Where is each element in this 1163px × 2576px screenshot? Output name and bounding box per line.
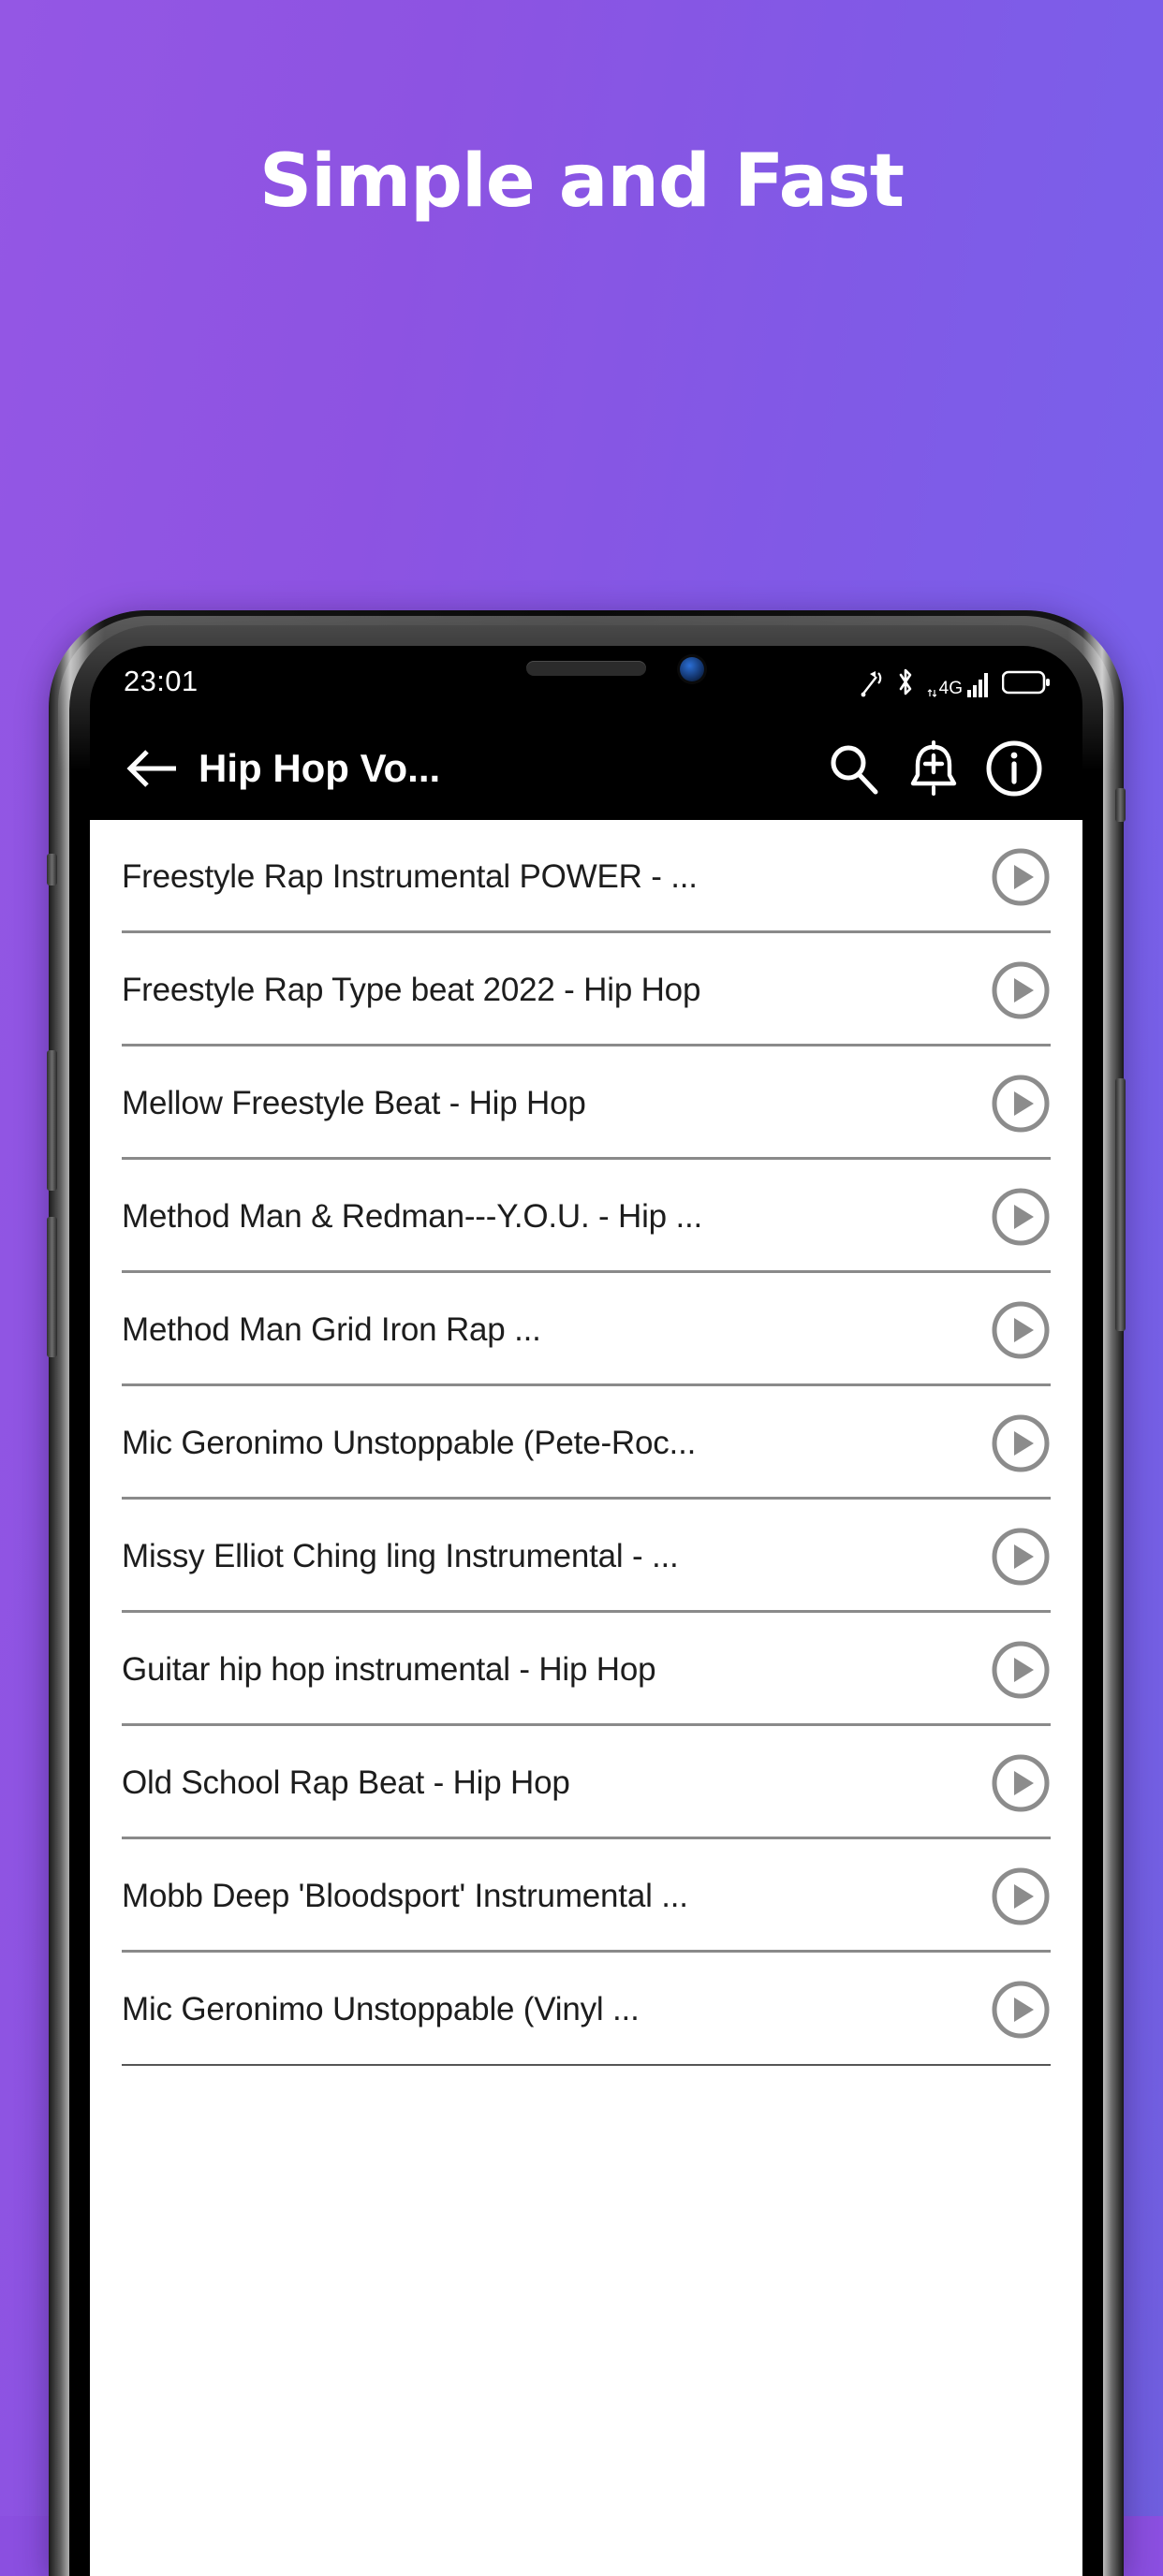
phone-volume-down-button[interactable] bbox=[47, 1217, 57, 1357]
play-circle-icon[interactable] bbox=[991, 847, 1051, 907]
list-item[interactable]: Mobb Deep 'Bloodsport' Instrumental ... bbox=[90, 1839, 1082, 1953]
search-icon[interactable] bbox=[813, 728, 893, 809]
list-item[interactable]: Old School Rap Beat - Hip Hop bbox=[90, 1726, 1082, 1839]
song-title: Guitar hip hop instrumental - Hip Hop bbox=[122, 1650, 656, 1688]
phone-power-button[interactable] bbox=[1115, 1078, 1126, 1331]
app-bar: Hip Hop Vo... bbox=[90, 717, 1082, 820]
phone-mockup: 23:01 4G Hip Hop Vo... Freestyle Rap Ins… bbox=[47, 610, 1126, 2576]
search-glyph bbox=[831, 745, 878, 795]
play-circle-icon[interactable] bbox=[991, 1527, 1051, 1587]
status-time: 23:01 bbox=[124, 665, 199, 697]
song-title: Method Man Grid Iron Rap ... bbox=[122, 1310, 541, 1348]
phone-button-left-top[interactable] bbox=[47, 854, 57, 886]
add-notification-icon[interactable] bbox=[893, 728, 974, 809]
song-title: Freestyle Rap Instrumental POWER - ... bbox=[122, 857, 698, 895]
play-circle-icon[interactable] bbox=[991, 1187, 1051, 1247]
play-circle-icon[interactable] bbox=[991, 1753, 1051, 1813]
list-item[interactable]: Freestyle Rap Instrumental POWER - ... bbox=[90, 820, 1082, 933]
4g-signal-icon: 4G bbox=[927, 669, 991, 697]
song-title: Mic Geronimo Unstoppable (Pete-Roc... bbox=[122, 1424, 697, 1461]
list-item[interactable]: Guitar hip hop instrumental - Hip Hop bbox=[90, 1613, 1082, 1726]
song-title: Mic Geronimo Unstoppable (Vinyl ... bbox=[122, 1990, 640, 2027]
info-glyph bbox=[986, 740, 1042, 797]
phone-screen: 23:01 4G Hip Hop Vo... Freestyle Rap Ins… bbox=[90, 646, 1082, 2576]
network-type-label: 4G bbox=[938, 679, 963, 698]
bell-plus-glyph bbox=[910, 740, 957, 796]
app-bar-title: Hip Hop Vo... bbox=[199, 746, 441, 790]
battery-icon bbox=[1002, 670, 1050, 695]
list-item[interactable]: Mic Geronimo Unstoppable (Pete-Roc... bbox=[90, 1386, 1082, 1500]
vibrate-signal-icon bbox=[861, 671, 881, 697]
play-circle-icon[interactable] bbox=[991, 1074, 1051, 1134]
earpiece-speaker bbox=[526, 661, 646, 676]
list-item[interactable]: Missy Elliot Ching ling Instrumental - .… bbox=[90, 1500, 1082, 1613]
play-circle-icon[interactable] bbox=[991, 1980, 1051, 2040]
list-item[interactable]: Freestyle Rap Type beat 2022 - Hip Hop bbox=[90, 933, 1082, 1046]
song-title: Mobb Deep 'Bloodsport' Instrumental ... bbox=[122, 1877, 688, 1914]
data-arrows-icon bbox=[927, 689, 936, 697]
song-title: Freestyle Rap Type beat 2022 - Hip Hop bbox=[122, 971, 701, 1008]
play-circle-icon[interactable] bbox=[991, 1640, 1051, 1700]
front-camera bbox=[680, 657, 704, 681]
back-arrow-icon bbox=[126, 750, 176, 787]
page-title: Simple and Fast bbox=[258, 139, 905, 224]
list-item[interactable]: Method Man & Redman---Y.O.U. - Hip ... bbox=[90, 1160, 1082, 1273]
song-title: Missy Elliot Ching ling Instrumental - .… bbox=[122, 1537, 679, 1574]
song-title: Mellow Freestyle Beat - Hip Hop bbox=[122, 1084, 586, 1121]
info-icon[interactable] bbox=[974, 728, 1054, 809]
play-circle-icon[interactable] bbox=[991, 1866, 1051, 1926]
list-item[interactable]: Mic Geronimo Unstoppable (Vinyl ... bbox=[90, 1953, 1082, 2066]
phone-volume-up-button[interactable] bbox=[47, 1050, 57, 1191]
bluetooth-icon bbox=[899, 668, 911, 695]
status-bar: 23:01 4G bbox=[90, 646, 1082, 717]
song-title: Method Man & Redman---Y.O.U. - Hip ... bbox=[122, 1197, 703, 1235]
status-icons: 4G bbox=[860, 666, 1051, 697]
play-circle-icon[interactable] bbox=[991, 960, 1051, 1020]
signal-bars-icon bbox=[967, 673, 988, 697]
back-button[interactable] bbox=[118, 734, 187, 803]
play-circle-icon[interactable] bbox=[991, 1300, 1051, 1360]
list-item[interactable]: Mellow Freestyle Beat - Hip Hop bbox=[90, 1046, 1082, 1160]
list-item[interactable]: Method Man Grid Iron Rap ... bbox=[90, 1273, 1082, 1386]
row-divider bbox=[122, 2064, 1051, 2066]
song-title: Old School Rap Beat - Hip Hop bbox=[122, 1764, 570, 1801]
play-circle-icon[interactable] bbox=[991, 1413, 1051, 1473]
song-list[interactable]: Freestyle Rap Instrumental POWER - ... F… bbox=[90, 820, 1082, 2576]
phone-button-right-top[interactable] bbox=[1115, 788, 1126, 822]
